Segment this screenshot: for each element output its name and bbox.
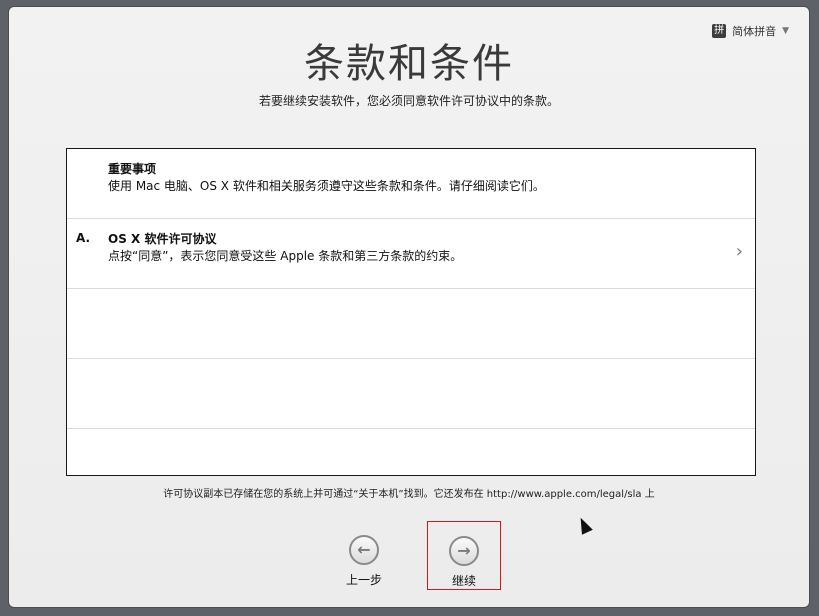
row-letter: A. <box>76 231 91 245</box>
row-heading: 重要事项 <box>108 162 157 176</box>
row-description: 使用 Mac 电脑、OS X 软件和相关服务须遵守这些条款和条件。请仔细阅读它们… <box>108 179 545 193</box>
back-button[interactable]: ← 上一步 <box>327 521 401 590</box>
chevron-right-icon[interactable]: › <box>736 241 743 262</box>
arrow-right-circle-icon: → <box>449 536 479 566</box>
continue-button-label: 继续 <box>451 574 476 588</box>
list-item-empty <box>67 359 755 429</box>
list-item-empty <box>67 429 755 475</box>
arrow-left-circle-icon: ← <box>349 535 379 565</box>
installer-window: 拼 简体拼音 ▼ 条款和条件 若要继续安装软件，您必须同意软件许可协议中的条款。… <box>9 7 809 607</box>
continue-button[interactable]: → 继续 <box>427 521 501 590</box>
terms-list: 重要事项 使用 Mac 电脑、OS X 软件和相关服务须遵守这些条款和条件。请仔… <box>66 148 756 476</box>
row-description: 点按“同意”，表示您同意受这些 Apple 条款和第三方条款的约束。 <box>108 249 463 263</box>
back-button-label: 上一步 <box>345 573 382 587</box>
row-heading: OS X 软件许可协议 <box>108 232 217 246</box>
page-subtitle: 若要继续安装软件，您必须同意软件许可协议中的条款。 <box>258 94 559 108</box>
list-item-important: 重要事项 使用 Mac 电脑、OS X 软件和相关服务须遵守这些条款和条件。请仔… <box>67 149 755 219</box>
list-item-license-agreement[interactable]: A. OS X 软件许可协议 点按“同意”，表示您同意受这些 Apple 条款和… <box>67 219 755 289</box>
license-footnote: 许可协议副本已存储在您的系统上并可通过“关于本机”找到。它还发布在 http:/… <box>163 489 655 500</box>
page-title: 条款和条件 <box>304 41 514 87</box>
list-item-empty <box>67 289 755 359</box>
